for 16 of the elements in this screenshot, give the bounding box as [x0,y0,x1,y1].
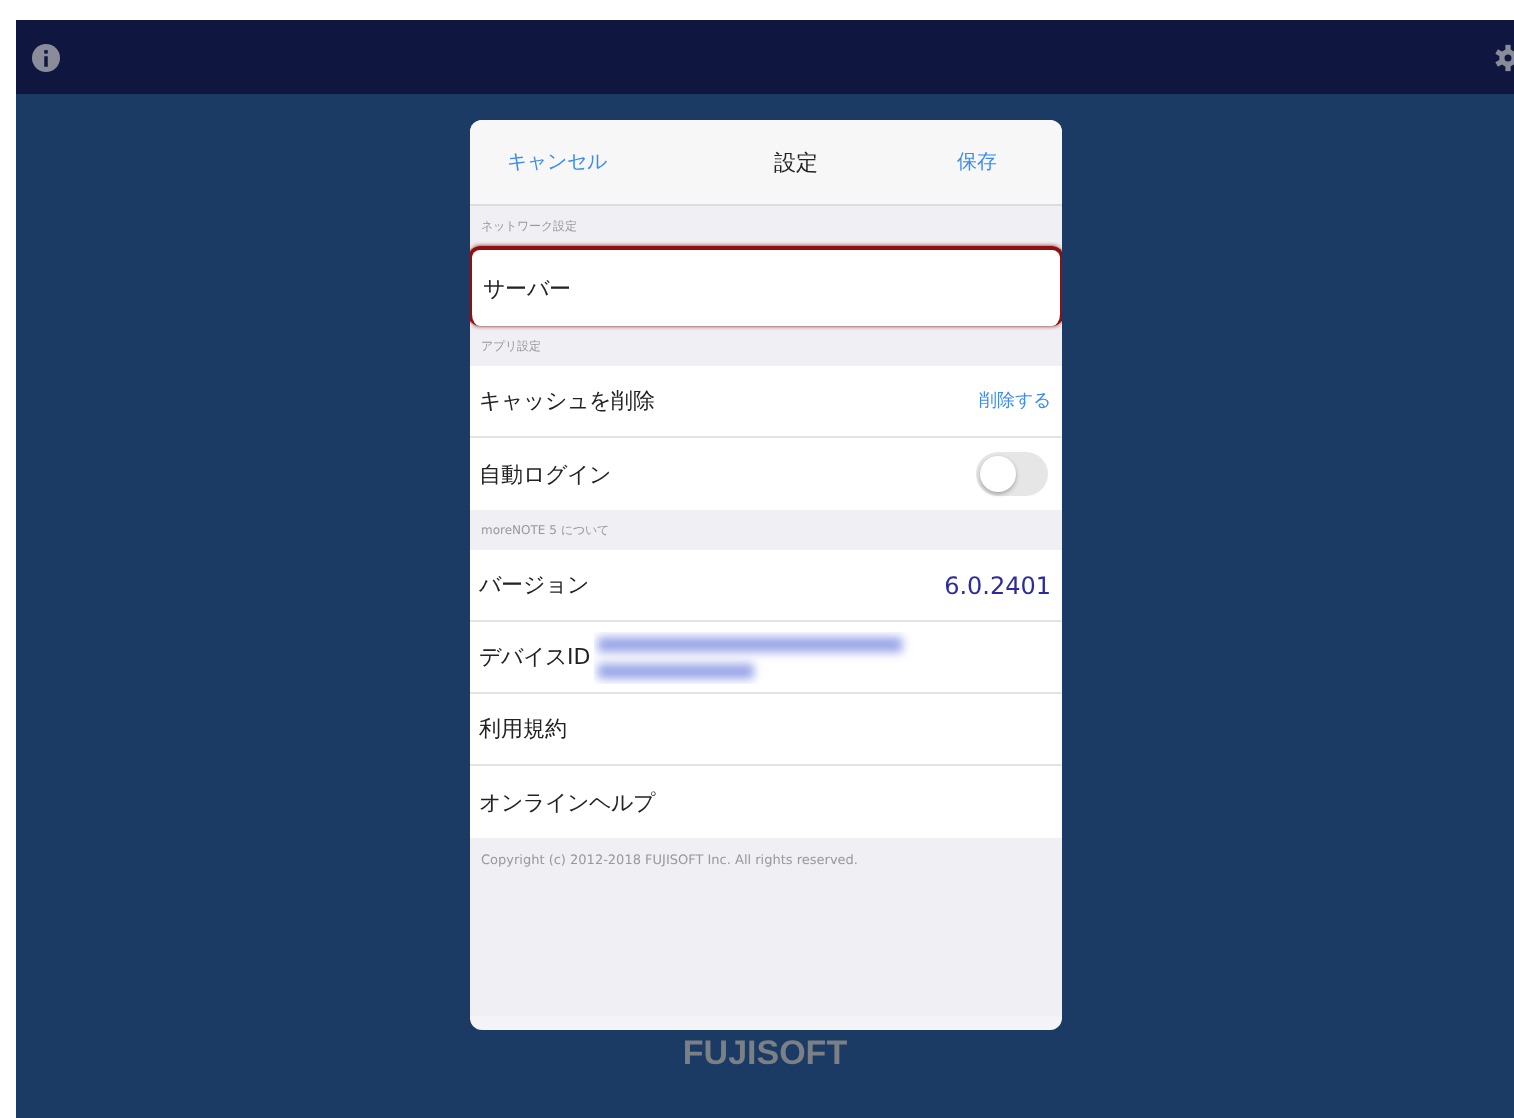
row-label: キャッシュを削除 [479,386,655,416]
toggle-switch[interactable] [975,452,1047,496]
row-label: デバイスID [479,642,591,672]
settings-icon[interactable] [1494,43,1514,71]
version-value: 6.0.2401 [944,571,1051,599]
cancel-button[interactable]: キャンセル [507,148,607,176]
row-label: バージョン [479,570,589,600]
save-button[interactable]: 保存 [957,148,997,176]
dialog-title: 設定 [774,147,818,177]
row-label: 自動ログイン [479,459,611,489]
server-field[interactable]: サーバー [469,246,1061,326]
delete-link[interactable]: 削除する [979,388,1051,414]
info-icon[interactable] [32,43,60,71]
row-label: オンラインヘルプ [479,787,655,817]
row-label: 利用規約 [479,714,567,744]
logo-text: FUJISOFT [680,1034,850,1074]
